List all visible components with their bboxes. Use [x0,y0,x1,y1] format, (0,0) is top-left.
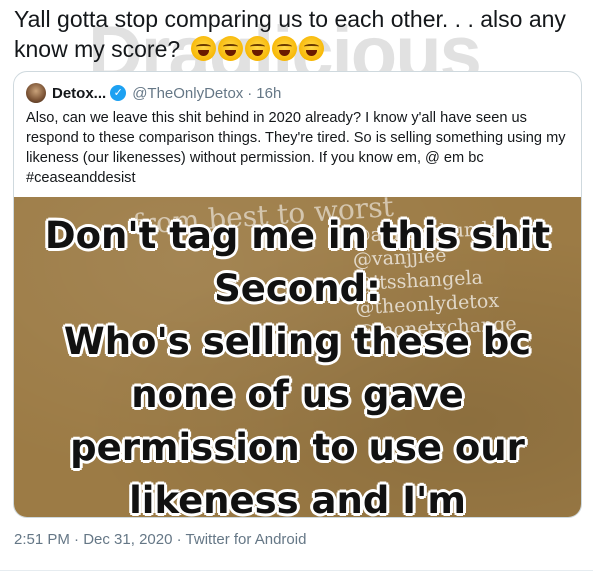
emoji-group [190,36,324,61]
avatar[interactable] [26,83,46,103]
quoted-tweet-body: Also, can we leave this shit behind in 2… [26,110,566,186]
quoted-tweet[interactable]: Detox... ✓ @TheOnlyDetox · 16h Also, can… [13,71,582,518]
laughing-emoji-icon [217,36,243,61]
story-text: Don't tag me in this shit Second: Who's … [14,209,581,517]
tweet-source[interactable]: Twitter for Android [186,531,307,548]
quoted-tweet-header: Detox... ✓ @TheOnlyDetox · 16h [26,83,281,103]
divider [0,570,593,571]
laughing-emoji-icon [244,36,270,61]
separator-dot: · [176,531,182,548]
story-line: Who's selling these bc [63,320,532,363]
story-line: none of us gave [131,373,464,416]
tweet-meta: 2:51 PM · Dec 31, 2020 · Twitter for And… [14,531,306,548]
verified-badge-icon: ✓ [110,85,127,101]
laughing-emoji-icon [190,36,216,61]
tweet-time[interactable]: 2:51 PM [14,531,70,548]
media-image[interactable]: from best to worst @alaskathunder @vanjj… [14,197,581,517]
story-line: likeness and I'm [129,479,466,517]
tweet-age[interactable]: 16h [256,85,281,102]
separator-dot: · [247,84,253,102]
laughing-emoji-icon [298,36,324,61]
tweet-text: Yall gotta stop comparing us to each oth… [14,4,584,64]
story-line: Second: [214,267,381,310]
laughing-emoji-icon [271,36,297,61]
author-name[interactable]: Detox... [52,85,106,102]
story-line: Don't tag me in this shit [44,214,551,257]
author-handle[interactable]: @TheOnlyDetox [132,85,243,102]
story-line: permission to use our [70,426,525,469]
separator-dot: · [74,531,80,548]
tweet-date[interactable]: Dec 31, 2020 [83,531,172,548]
